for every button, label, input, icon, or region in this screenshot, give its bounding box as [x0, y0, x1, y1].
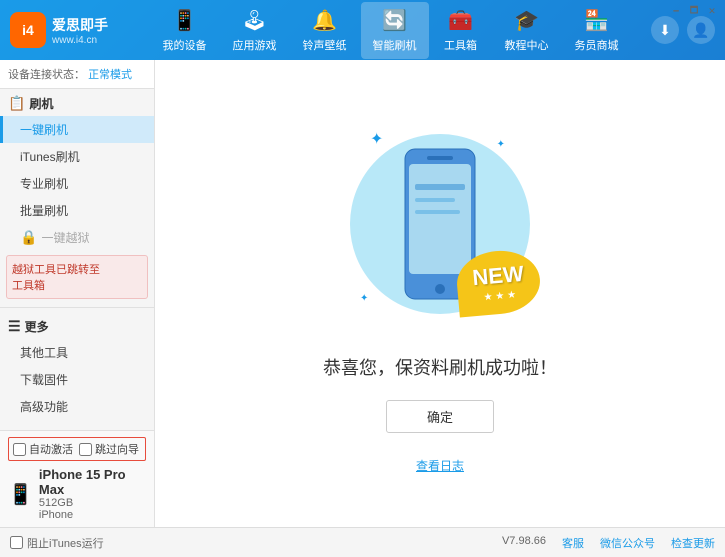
- jailbreak-notice[interactable]: 越狱工具已跳转至 工具箱: [6, 255, 148, 299]
- nav-bar: 📱 我的设备 🕹 应用游戏 🔔 铃声壁纸 🔄 智能刷机 🧰 工具箱 🎓 教程中心…: [130, 2, 651, 59]
- nav-business-icon: 🏪: [584, 8, 609, 33]
- maximize-button[interactable]: 🗖: [687, 4, 701, 18]
- status-bar: 设备连接状态： 正常模式: [0, 60, 154, 89]
- guided-setup-option[interactable]: 跳过向导: [79, 441, 139, 457]
- flash-group-icon: 📋: [8, 95, 25, 112]
- header-right: ⬇ 👤: [651, 16, 715, 44]
- skin-link[interactable]: 客服: [562, 535, 584, 551]
- device-name: iPhone 15 Pro Max: [39, 467, 146, 497]
- minimize-button[interactable]: 🗕: [669, 4, 683, 18]
- sidebar-item-advanced[interactable]: 高级功能: [0, 393, 154, 420]
- one-key-flash-label: 一键刷机: [20, 123, 68, 137]
- nav-tutorial-label: 教程中心: [505, 37, 549, 53]
- nav-tutorial[interactable]: 🎓 教程中心: [493, 2, 561, 59]
- nav-flash-label: 智能刷机: [373, 37, 417, 53]
- footer-right: V7.98.66 客服 微信公众号 检查更新: [502, 535, 715, 551]
- auto-options: 自动激活 跳过向导: [8, 437, 146, 461]
- other-tools-label: 其他工具: [20, 346, 68, 360]
- sidebar-item-download-firmware[interactable]: 下载固件: [0, 366, 154, 393]
- guided-setup-checkbox[interactable]: [79, 443, 92, 456]
- sparkle-3: ✦: [360, 293, 368, 304]
- close-button[interactable]: ✕: [705, 4, 719, 18]
- sidebar-item-other-tools[interactable]: 其他工具: [0, 339, 154, 366]
- nav-toolbox-label: 工具箱: [444, 37, 477, 53]
- nav-tutorial-icon: 🎓: [514, 8, 539, 33]
- device-storage: 512GB: [39, 497, 146, 509]
- logo: i4 爱思即手 www.i4.cn: [10, 12, 110, 48]
- user-button[interactable]: 👤: [687, 16, 715, 44]
- lock-icon: 🔒: [20, 229, 37, 246]
- nav-business[interactable]: 🏪 务员商城: [563, 2, 631, 59]
- auto-activate-label: 自动激活: [29, 441, 73, 457]
- nav-ringtones[interactable]: 🔔 铃声壁纸: [291, 2, 359, 59]
- sparkle-1: ✦: [370, 129, 383, 149]
- check-update-link[interactable]: 检查更新: [671, 535, 715, 551]
- nav-ringtones-icon: 🔔: [312, 8, 337, 33]
- stop-itunes-label: 阻止iTunes运行: [27, 535, 104, 551]
- sparkle-2: ✦: [497, 139, 505, 150]
- nav-ringtones-label: 铃声壁纸: [303, 37, 347, 53]
- download-button[interactable]: ⬇: [651, 16, 679, 44]
- more-group-label: 更多: [25, 318, 49, 335]
- more-group-icon: ☰: [8, 318, 21, 335]
- nav-toolbox-icon: 🧰: [448, 8, 473, 33]
- sidebar-item-jailbreak: 🔒 一键越狱: [0, 224, 154, 251]
- nav-my-device-icon: 📱: [172, 8, 197, 33]
- phone-container: NEW ★ ★ ★ ✦ ✦ ✦: [340, 114, 540, 334]
- sidebar-divider: [0, 307, 154, 308]
- advanced-label: 高级功能: [20, 400, 68, 414]
- nav-smart-flash[interactable]: 🔄 智能刷机: [361, 2, 429, 59]
- flash-group-title: 📋 刷机: [0, 89, 154, 116]
- success-message: 恭喜您，保资料刷机成功啦！: [323, 354, 557, 380]
- notice-text: 越狱工具已跳转至 工具箱: [12, 264, 100, 292]
- new-text: NEW: [471, 260, 524, 290]
- header: i4 爱思即手 www.i4.cn 📱 我的设备 🕹 应用游戏 🔔 铃声壁纸 🔄…: [0, 0, 725, 60]
- batch-flash-label: 批量刷机: [20, 204, 68, 218]
- jailbreak-label: 一键越狱: [41, 229, 89, 246]
- logo-title: 爱思即手: [52, 15, 108, 35]
- nav-my-device-label: 我的设备: [163, 37, 207, 53]
- sidebar-item-pro-flash[interactable]: 专业刷机: [0, 170, 154, 197]
- footer: 阻止iTunes运行 V7.98.66 客服 微信公众号 检查更新: [0, 527, 725, 557]
- nav-apps-icon: 🕹: [242, 8, 267, 33]
- main-layout: 设备连接状态： 正常模式 📋 刷机 一键刷机 iTunes刷机 专业刷机 批量刷…: [0, 60, 725, 527]
- confirm-button[interactable]: 确定: [386, 400, 494, 433]
- version-label: V7.98.66: [502, 535, 546, 551]
- sidebar-item-batch-flash[interactable]: 批量刷机: [0, 197, 154, 224]
- flash-group-label: 刷机: [29, 95, 53, 112]
- nav-apps-games[interactable]: 🕹 应用游戏: [221, 2, 289, 59]
- device-details: iPhone 15 Pro Max 512GB iPhone: [39, 467, 146, 521]
- device-type: iPhone: [39, 509, 146, 521]
- auto-activate-checkbox[interactable]: [13, 443, 26, 456]
- wechat-link[interactable]: 微信公众号: [600, 535, 655, 551]
- logo-icon: i4: [10, 12, 46, 48]
- download-firmware-label: 下载固件: [20, 373, 68, 387]
- device-section: 自动激活 跳过向导 📱 iPhone 15 Pro Max 512GB iPho…: [0, 430, 154, 527]
- nav-flash-icon: 🔄: [382, 8, 407, 33]
- nav-my-device[interactable]: 📱 我的设备: [151, 2, 219, 59]
- auto-activate-option[interactable]: 自动激活: [13, 441, 73, 457]
- nav-business-label: 务员商城: [575, 37, 619, 53]
- sidebar-item-one-key-flash[interactable]: 一键刷机: [0, 116, 154, 143]
- nav-toolbox[interactable]: 🧰 工具箱: [431, 2, 491, 59]
- view-log-link[interactable]: 查看日志: [416, 457, 464, 474]
- sidebar-item-itunes-flash[interactable]: iTunes刷机: [0, 143, 154, 170]
- more-group-title: ☰ 更多: [0, 312, 154, 339]
- success-illustration: NEW ★ ★ ★ ✦ ✦ ✦ 恭喜您，保资料刷机成功啦！ 确定 查看日志: [323, 114, 557, 474]
- pro-flash-label: 专业刷机: [20, 177, 68, 191]
- device-info: 📱 iPhone 15 Pro Max 512GB iPhone: [8, 467, 146, 521]
- logo-text: 爱思即手 www.i4.cn: [52, 15, 108, 46]
- content-area: NEW ★ ★ ★ ✦ ✦ ✦ 恭喜您，保资料刷机成功啦！ 确定 查看日志: [155, 60, 725, 527]
- nav-apps-label: 应用游戏: [233, 37, 277, 53]
- sidebar: 设备连接状态： 正常模式 📋 刷机 一键刷机 iTunes刷机 专业刷机 批量刷…: [0, 60, 155, 527]
- device-phone-icon: 📱: [8, 482, 33, 507]
- stop-itunes-checkbox[interactable]: [10, 536, 23, 549]
- itunes-flash-label: iTunes刷机: [20, 150, 80, 164]
- status-label: 设备连接状态：: [8, 69, 85, 81]
- footer-left: 阻止iTunes运行: [10, 535, 104, 551]
- status-mode: 正常模式: [88, 69, 132, 81]
- guided-setup-label: 跳过向导: [95, 441, 139, 457]
- logo-subtitle: www.i4.cn: [52, 35, 108, 46]
